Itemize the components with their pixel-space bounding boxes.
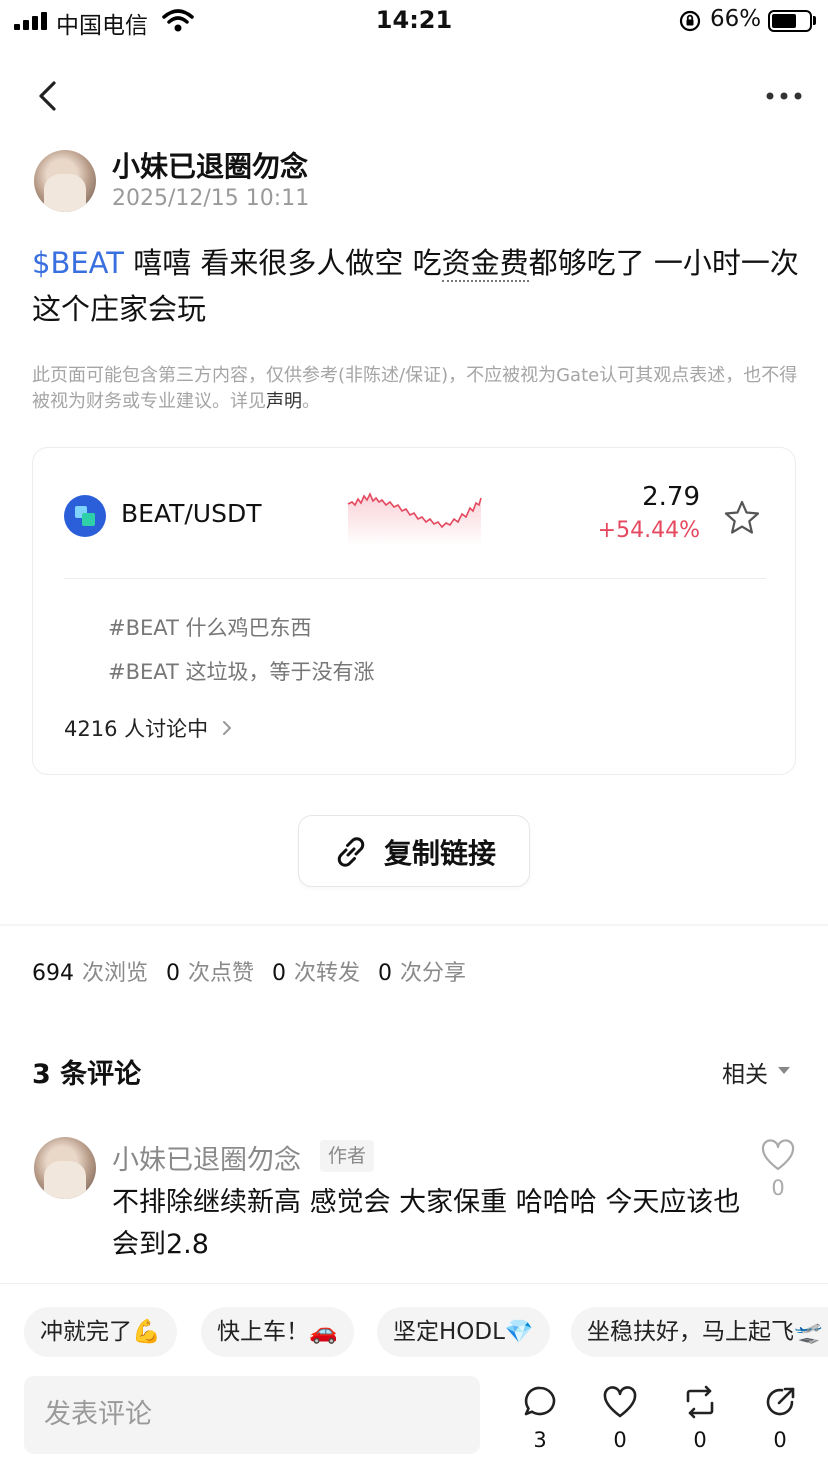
post-time: 2025/12/15 10:11	[112, 186, 310, 211]
battery-tip	[813, 16, 816, 25]
commenter-name[interactable]: 小妹已退圈勿念	[112, 1138, 301, 1177]
commenter-avatar[interactable]	[34, 1137, 96, 1199]
funding-fee-term[interactable]: 资金费	[441, 246, 529, 282]
likes-label: 次点赞	[188, 961, 255, 986]
rotation-lock-icon	[679, 10, 701, 32]
price-sparkline	[347, 492, 482, 546]
quick-reply-chip[interactable]: 坐稳扶好，马上起飞🛫	[571, 1307, 828, 1357]
battery-icon	[768, 10, 812, 32]
comments-title: 3 条评论	[32, 1059, 142, 1090]
quick-reply-chip[interactable]: 快上车！🚗	[201, 1307, 354, 1357]
price-change: +54.44%	[597, 518, 700, 543]
coin-price: 2.79	[642, 482, 700, 512]
share-count: 0	[773, 1428, 787, 1452]
share-icon[interactable]	[762, 1384, 798, 1420]
comment-icon[interactable]	[522, 1384, 558, 1420]
author-badge: 作者	[320, 1140, 375, 1172]
topic-link[interactable]: #BEAT 什么鸡巴东西	[108, 612, 312, 642]
author-avatar[interactable]	[34, 150, 96, 212]
back-icon[interactable]	[30, 78, 66, 114]
quick-reply-chip[interactable]: 冲就完了💪	[24, 1307, 177, 1357]
copy-link-label[interactable]: 复制链接	[384, 832, 496, 872]
disclaimer-link[interactable]: 声明	[266, 391, 302, 412]
quick-reply-chip[interactable]: 坚定HODL💎	[377, 1307, 550, 1357]
disclaimer-end: 。	[302, 391, 320, 412]
reposts-count: 0	[272, 961, 287, 986]
card-divider	[64, 578, 766, 579]
discussion-count[interactable]: 4216 人讨论中	[64, 713, 208, 743]
link-icon	[337, 837, 365, 867]
repost-icon[interactable]	[682, 1384, 718, 1420]
beat-coin-icon	[64, 495, 106, 537]
disclaimer: 此页面可能包含第三方内容，仅供参考(非陈述/保证)，不应被视为Gate认可其观点…	[32, 363, 802, 415]
repost-count: 0	[693, 1428, 707, 1452]
shares-count: 0	[378, 961, 393, 986]
post-stats: 694 次浏览 0 次点赞 0 次转发 0 次分享	[32, 955, 484, 987]
topic-link[interactable]: #BEAT 这垃圾，等于没有涨	[108, 656, 375, 686]
disclaimer-text: 此页面可能包含第三方内容，仅供参考(非陈述/保证)，不应被视为Gate认可其观点…	[32, 365, 798, 412]
sort-dropdown[interactable]: 相关	[722, 1055, 768, 1089]
section-separator	[0, 924, 828, 926]
status-bar: 中国电信 14:21 66%	[0, 0, 828, 44]
heart-icon[interactable]	[760, 1138, 796, 1172]
comment-count: 3	[533, 1428, 547, 1452]
bottom-divider	[0, 1283, 828, 1284]
views-count: 694	[32, 961, 74, 986]
post-text: $BEAT 嘻嘻 看来很多人做空 吃资金费都够吃了 一小时一次 这个庄家会玩	[32, 240, 802, 332]
comment-like-count: 0	[771, 1176, 785, 1200]
trading-pair[interactable]: BEAT/USDT	[121, 499, 262, 528]
favorite-star-icon[interactable]	[722, 498, 762, 538]
more-icon[interactable]	[764, 86, 804, 106]
likes-count: 0	[166, 961, 181, 986]
like-count: 0	[613, 1428, 627, 1452]
shares-label: 次分享	[400, 961, 467, 986]
like-icon[interactable]	[602, 1384, 638, 1420]
comment-text: 不排除继续新高 感觉会 大家保重 哈哈哈 今天应该也会到2.8	[112, 1187, 741, 1260]
author-name[interactable]: 小妹已退圈勿念	[112, 145, 308, 185]
battery-percent: 66%	[710, 6, 762, 32]
post-text-part: 嘻嘻 看来很多人做空 吃	[123, 246, 442, 280]
chevron-right-icon	[223, 721, 231, 735]
coin-tag-link[interactable]: $BEAT	[32, 246, 124, 280]
comment-input[interactable]: 发表评论	[24, 1376, 480, 1454]
clock: 14:21	[375, 6, 453, 34]
reposts-label: 次转发	[294, 961, 361, 986]
views-label: 次浏览	[82, 961, 149, 986]
caret-down-icon[interactable]	[778, 1067, 790, 1074]
